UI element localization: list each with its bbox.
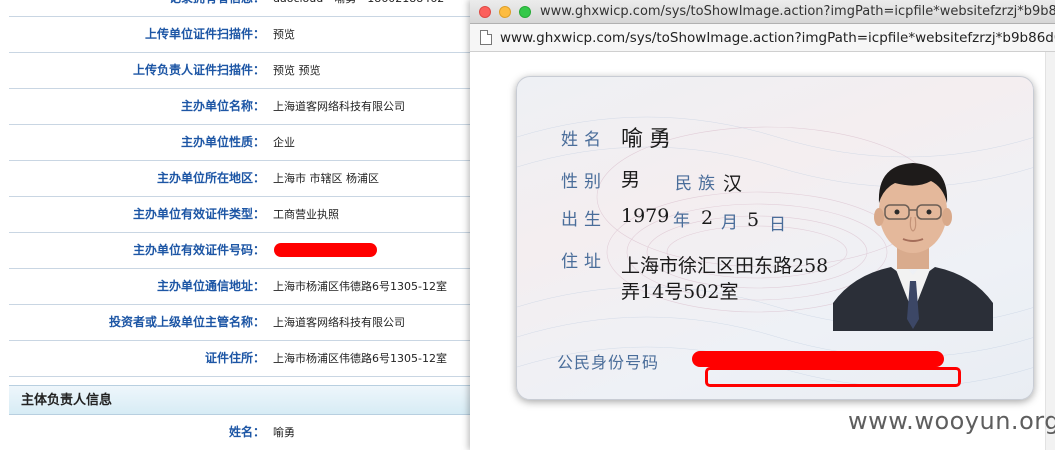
scrollbar[interactable] bbox=[1045, 52, 1055, 450]
row-label: 主办单位性质： bbox=[180, 135, 265, 149]
row-value: 上海市杨浦区伟德路6号1305-12室 bbox=[273, 280, 447, 293]
row-label: 投资者或上级单位主管名称： bbox=[108, 315, 265, 329]
row-value: 上海道客网络科技有限公司 bbox=[273, 316, 405, 329]
address-bar[interactable]: www.ghxwicp.com/sys/toShowImage.action?i… bbox=[470, 24, 1055, 52]
owner-info-row: 记录拥有者信息： daocloud 喻勇 18602188462 bbox=[9, 0, 479, 17]
row-label: 证件住所： bbox=[204, 351, 265, 365]
row-value: 上海市杨浦区伟德路6号1305-12室 bbox=[273, 352, 447, 365]
id-card-image: 姓名 喻勇 性别 男 民族 汉 出生 1979 年 2 月 5 日 住址 上海市… bbox=[516, 76, 1034, 400]
row-label: 主办单位所在地区： bbox=[156, 171, 265, 185]
url-text[interactable]: www.ghxwicp.com/sys/toShowImage.action?i… bbox=[500, 24, 1055, 52]
card-birth-key: 出生 bbox=[561, 210, 607, 230]
minimize-window-button[interactable] bbox=[499, 6, 511, 18]
row-value: 喻勇 bbox=[273, 426, 295, 439]
row-value: 上海市 市辖区 杨浦区 bbox=[273, 172, 379, 185]
preview-links[interactable]: 预览 预览 bbox=[273, 53, 321, 88]
card-address-line1: 上海市徐汇区田东路258 bbox=[621, 255, 829, 277]
redaction-mark-outline bbox=[705, 367, 961, 387]
card-sex-key: 性别 bbox=[561, 172, 607, 192]
row-label: 主办单位通信地址： bbox=[156, 279, 265, 293]
row-investor: 投资者或上级单位主管名称： 上海道客网络科技有限公司 bbox=[9, 305, 479, 341]
row-unit-nature: 主办单位性质： 企业 bbox=[9, 125, 479, 161]
window-title: www.ghxwicp.com/sys/toShowImage.action?i… bbox=[540, 4, 1055, 19]
owner-info-value: daocloud 喻勇 18602188462 bbox=[273, 0, 444, 16]
section-header: 主体负责人信息 bbox=[9, 385, 479, 415]
owner-info-label: 记录拥有者信息： bbox=[9, 0, 265, 16]
row-owner-scan: 上传负责人证件扫描件： 预览 预览 bbox=[9, 53, 479, 89]
card-birth-month-unit: 月 bbox=[721, 213, 744, 233]
row-person-name: 姓名： 喻勇 bbox=[9, 415, 479, 450]
row-unit-scan: 上传单位证件扫描件： 预览 bbox=[9, 17, 479, 53]
redaction-mark bbox=[692, 351, 944, 367]
card-sex: 男 bbox=[621, 169, 641, 191]
page-icon bbox=[480, 30, 492, 45]
window-titlebar[interactable]: www.ghxwicp.com/sys/toShowImage.action?i… bbox=[470, 0, 1055, 24]
card-name-key: 姓名 bbox=[561, 130, 607, 150]
card-birth-year-unit: 年 bbox=[673, 211, 696, 231]
maximize-window-button[interactable] bbox=[519, 6, 531, 18]
row-cert-type: 主办单位有效证件类型： 工商营业执照 bbox=[9, 197, 479, 233]
card-ethnicity: 汉 bbox=[723, 173, 743, 195]
row-label: 主办单位名称： bbox=[180, 99, 265, 113]
card-birth-month: 2 bbox=[701, 207, 714, 229]
site-watermark: www.wooyun.org bbox=[848, 407, 1055, 435]
card-ethnicity-key: 民族 bbox=[675, 174, 721, 194]
card-birth-day: 5 bbox=[747, 209, 760, 231]
row-unit-address: 主办单位通信地址： 上海市杨浦区伟德路6号1305-12室 bbox=[9, 269, 479, 305]
row-cert-residence: 证件住所： 上海市杨浦区伟德路6号1305-12室 bbox=[9, 341, 479, 377]
card-address-line2: 弄14号502室 bbox=[621, 281, 739, 303]
card-birth-year: 1979 bbox=[621, 205, 670, 227]
card-birth-day-unit: 日 bbox=[769, 215, 792, 235]
section-header-title: 主体负责人信息 bbox=[21, 393, 113, 408]
row-label: 主办单位有效证件号码： bbox=[132, 243, 265, 257]
row-label: 姓名： bbox=[228, 425, 265, 439]
card-address-key: 住址 bbox=[561, 252, 607, 272]
card-id-key: 公民身份号码 bbox=[557, 353, 660, 372]
preview-link[interactable]: 预览 bbox=[273, 17, 295, 52]
row-value: 工商营业执照 bbox=[273, 208, 339, 221]
row-cert-number: 主办单位有效证件号码： bbox=[9, 233, 479, 269]
row-unit-name: 主办单位名称： 上海道客网络科技有限公司 bbox=[9, 89, 479, 125]
row-label: 上传负责人证件扫描件： bbox=[132, 63, 265, 77]
row-label: 上传单位证件扫描件： bbox=[144, 27, 265, 41]
close-window-button[interactable] bbox=[479, 6, 491, 18]
row-unit-region: 主办单位所在地区： 上海市 市辖区 杨浦区 bbox=[9, 161, 479, 197]
row-label: 主办单位有效证件类型： bbox=[132, 207, 265, 221]
portrait-photo bbox=[833, 163, 993, 331]
card-name: 喻勇 bbox=[621, 127, 678, 152]
row-value: 企业 bbox=[273, 136, 295, 149]
row-value: 上海道客网络科技有限公司 bbox=[273, 100, 405, 113]
redaction-mark bbox=[274, 243, 377, 257]
